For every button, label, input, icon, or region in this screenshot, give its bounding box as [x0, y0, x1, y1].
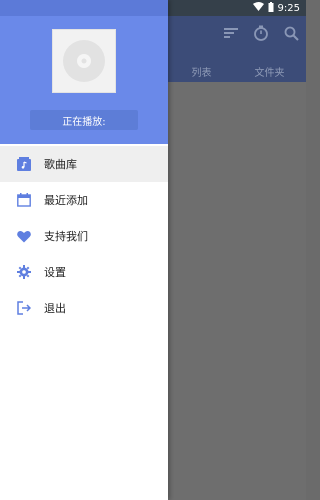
drawer-status-strip — [0, 0, 168, 16]
now-playing-label[interactable]: 正在播放: — [30, 110, 138, 130]
status-time: 9:25 — [277, 2, 300, 14]
tab-bar: 列表 文件夹 — [170, 60, 306, 82]
drawer-menu: 歌曲库 最近添加 支持我们 设置 退出 — [0, 146, 168, 326]
disc-icon — [63, 40, 105, 82]
tab-list[interactable]: 列表 — [192, 64, 212, 79]
menu-item-exit[interactable]: 退出 — [0, 290, 168, 326]
status-icons: 9:25 — [252, 1, 300, 15]
library-icon — [16, 156, 32, 172]
tab-folder[interactable]: 文件夹 — [255, 64, 285, 79]
wifi-icon — [252, 2, 264, 14]
gear-icon — [16, 264, 32, 280]
heart-icon — [16, 228, 32, 244]
app-screen: 9:25 列表 文件夹 正在播放: 歌曲库 最近添加 支持我们 设置 退出 — [0, 0, 306, 500]
drawer-header: 正在播放: — [0, 0, 168, 144]
menu-item-library[interactable]: 歌曲库 — [0, 146, 168, 182]
battery-icon — [268, 1, 274, 15]
menu-item-label: 支持我们 — [44, 230, 88, 243]
menu-item-recent[interactable]: 最近添加 — [0, 182, 168, 218]
navigation-drawer: 正在播放: 歌曲库 最近添加 支持我们 设置 退出 — [0, 0, 168, 500]
menu-item-label: 最近添加 — [44, 194, 88, 207]
menu-item-support[interactable]: 支持我们 — [0, 218, 168, 254]
menu-item-label: 歌曲库 — [44, 158, 77, 171]
timer-icon[interactable] — [252, 24, 270, 42]
calendar-icon — [16, 192, 32, 208]
sort-icon[interactable] — [222, 24, 240, 42]
toolbar-actions — [222, 24, 300, 42]
exit-icon — [16, 300, 32, 316]
album-art[interactable] — [52, 29, 116, 93]
search-icon[interactable] — [282, 24, 300, 42]
menu-item-label: 设置 — [44, 266, 66, 279]
menu-item-label: 退出 — [44, 302, 66, 315]
menu-item-settings[interactable]: 设置 — [0, 254, 168, 290]
